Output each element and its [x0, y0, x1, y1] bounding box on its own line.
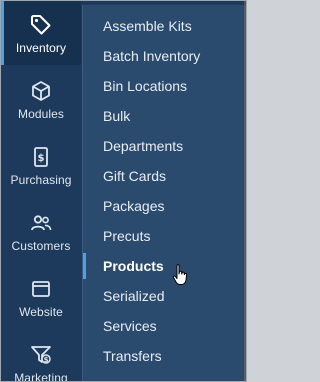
- submenu-item-bulk[interactable]: Bulk: [83, 101, 246, 131]
- inventory-submenu: Assemble Kits Batch Inventory Bin Locati…: [82, 5, 246, 381]
- browser-window-icon: [29, 277, 53, 301]
- submenu-item-bin-locations[interactable]: Bin Locations: [83, 71, 246, 101]
- svg-text:$: $: [44, 356, 49, 364]
- submenu-item-services[interactable]: Services: [83, 311, 246, 341]
- hand-pointer-cursor-icon: [172, 264, 188, 285]
- submenu-item-transfers[interactable]: Transfers: [83, 341, 246, 371]
- sidebar-item-customers[interactable]: Customers: [1, 199, 81, 263]
- sidebar: Inventory Modules $ Purchasing Customers…: [1, 1, 81, 381]
- sidebar-item-marketing[interactable]: $ Marketing: [1, 331, 81, 382]
- background-edge: [244, 1, 246, 381]
- sidebar-item-label: Marketing: [14, 371, 68, 382]
- invoice-dollar-icon: $: [29, 145, 53, 169]
- sidebar-item-label: Customers: [11, 239, 71, 253]
- submenu-item-products[interactable]: Products: [83, 251, 246, 281]
- submenu-item-precuts[interactable]: Precuts: [83, 221, 246, 251]
- sidebar-item-label: Website: [19, 305, 63, 319]
- sidebar-item-purchasing[interactable]: $ Purchasing: [1, 133, 81, 197]
- submenu-item-packages[interactable]: Packages: [83, 191, 246, 221]
- submenu-item-departments[interactable]: Departments: [83, 131, 246, 161]
- cube-icon: [29, 79, 53, 103]
- sidebar-item-label: Inventory: [15, 41, 67, 55]
- submenu-item-batch-inventory[interactable]: Batch Inventory: [83, 41, 246, 71]
- funnel-dollar-icon: $: [29, 343, 53, 367]
- submenu-item-gift-cards[interactable]: Gift Cards: [83, 161, 246, 191]
- users-icon: [29, 211, 53, 235]
- sidebar-item-modules[interactable]: Modules: [1, 67, 81, 131]
- sidebar-item-label: Purchasing: [10, 173, 72, 187]
- sidebar-item-inventory[interactable]: Inventory: [1, 1, 81, 65]
- tag-icon: [29, 13, 53, 37]
- app-frame: Inventory Modules $ Purchasing Customers…: [0, 0, 247, 382]
- sidebar-item-website[interactable]: Website: [1, 265, 81, 329]
- sidebar-item-label: Modules: [17, 107, 65, 121]
- submenu-item-assemble-kits[interactable]: Assemble Kits: [83, 11, 246, 41]
- svg-text:$: $: [38, 153, 45, 164]
- submenu-item-serialized[interactable]: Serialized: [83, 281, 246, 311]
